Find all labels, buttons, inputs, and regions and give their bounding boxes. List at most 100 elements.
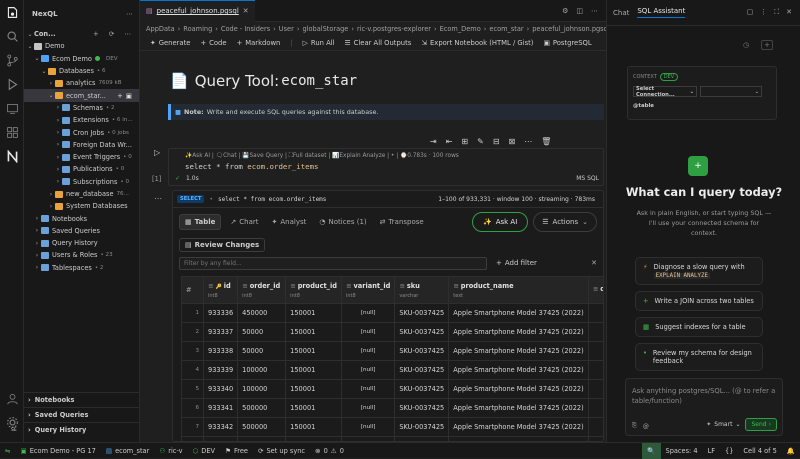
tree-item[interactable]: ⌄ ecom_star... +▣ bbox=[24, 89, 139, 102]
mode-select[interactable]: ✦ Smart ⌄ bbox=[706, 421, 740, 428]
chevron-icon[interactable]: › bbox=[54, 141, 62, 148]
logo-icon[interactable] bbox=[0, 0, 24, 24]
collapse-icon[interactable]: ⊠ bbox=[509, 137, 516, 146]
tree-item[interactable]: › Notebooks bbox=[24, 212, 139, 224]
cell-actions[interactable]: ✨Ask AI | 🗨Chat | 💾Save Query | ⛶Full da… bbox=[169, 149, 603, 160]
search-icon[interactable] bbox=[0, 24, 24, 48]
more-icon[interactable]: ⋯ bbox=[126, 10, 133, 18]
table-cell[interactable]: 3 bbox=[181, 341, 204, 361]
chevron-icon[interactable]: › bbox=[33, 240, 41, 247]
table-cell[interactable]: 150001 bbox=[285, 303, 342, 323]
table-cell[interactable]: 150001 bbox=[285, 417, 342, 437]
suggestion-card[interactable]: ⚡ Diagnose a slow query with EXPLAIN ANAL… bbox=[635, 257, 763, 285]
send-button[interactable]: Send › bbox=[745, 418, 777, 431]
chevron-icon[interactable]: › bbox=[54, 117, 62, 124]
breadcrumb-item[interactable]: Roaming bbox=[183, 25, 212, 33]
chevron-icon[interactable]: › bbox=[54, 166, 62, 173]
suggestion-card[interactable]: ▦ Suggest indexes for a table bbox=[635, 317, 763, 337]
vertical-more-icon[interactable]: ⋮ bbox=[760, 8, 767, 17]
column-header[interactable]: ≡ product_name text bbox=[448, 276, 589, 304]
table-cell[interactable]: 450000 bbox=[237, 303, 287, 323]
chevron-icon[interactable]: › bbox=[47, 191, 55, 198]
table-cell[interactable]: SKU-0037425 bbox=[394, 417, 450, 437]
table-cell[interactable] bbox=[587, 360, 603, 380]
table-cell[interactable] bbox=[587, 417, 603, 437]
table-cell[interactable]: 150001 bbox=[285, 379, 342, 399]
table-cell[interactable]: 933342 bbox=[202, 417, 239, 437]
account-icon[interactable] bbox=[0, 386, 24, 410]
breadcrumb-item[interactable]: ecom_star bbox=[489, 25, 523, 33]
table-cell[interactable]: 933337 bbox=[202, 322, 239, 342]
column-header[interactable]: ≡ sku varchar bbox=[394, 276, 450, 304]
chevron-icon[interactable]: › bbox=[47, 203, 55, 210]
actions-dropdown[interactable]: ☰ Actions ⌄ bbox=[533, 212, 597, 232]
tab-transpose[interactable]: ⇄ Transpose bbox=[376, 215, 428, 229]
table-cell[interactable]: 100000 bbox=[237, 379, 287, 399]
table-cell[interactable]: Apple Smartphone Model 37425 (2022) bbox=[448, 303, 589, 323]
column-header[interactable]: ≡ variant_id int8 bbox=[340, 276, 396, 304]
tree-item[interactable]: › Publications • 0 bbox=[24, 163, 139, 175]
section-saved-queries[interactable]: › Saved Queries bbox=[24, 407, 139, 422]
tree-item[interactable]: › Cron Jobs • 0 jobs bbox=[24, 126, 139, 138]
chevron-icon[interactable]: › bbox=[54, 154, 62, 161]
status-database[interactable]: ▤ ecom_star bbox=[101, 443, 154, 459]
table-cell[interactable]: 500000 bbox=[237, 417, 287, 437]
status-zoom-icon[interactable]: 🔍 bbox=[642, 442, 661, 459]
column-header[interactable]: # bbox=[181, 276, 204, 304]
status-spaces[interactable]: Spaces: 4 bbox=[661, 443, 703, 459]
table-cell[interactable]: 1 bbox=[181, 303, 204, 323]
tree-item[interactable]: › Event Triggers • 0 bbox=[24, 151, 139, 163]
close-icon[interactable]: ✕ bbox=[243, 7, 249, 15]
tab-notices[interactable]: ◔ Notices (1) bbox=[315, 215, 370, 229]
clear-outputs-button[interactable]: ☰ Clear All Outputs bbox=[345, 39, 412, 47]
tab-analyst[interactable]: ✦ Analyst bbox=[268, 215, 311, 229]
chevron-icon[interactable]: › bbox=[33, 227, 41, 234]
table-cell[interactable]: 933341 bbox=[202, 398, 239, 418]
breadcrumb-item[interactable]: AppData bbox=[146, 25, 175, 33]
remote-icon[interactable]: ⇋ bbox=[0, 443, 16, 459]
column-header[interactable]: ≡qu... bbox=[587, 276, 603, 304]
table-cell[interactable]: 4 bbox=[181, 360, 204, 380]
run-all-button[interactable]: ▷ Run All bbox=[303, 39, 335, 47]
breadcrumb-item[interactable]: Ecom_Demo bbox=[440, 25, 481, 33]
status-errors[interactable]: ⊗ 0 ⚠ 0 bbox=[310, 443, 349, 459]
cell-more-icon[interactable]: ⋯ bbox=[524, 137, 532, 146]
extensions-icon[interactable] bbox=[0, 120, 24, 144]
column-menu-icon[interactable]: ≡ bbox=[208, 282, 214, 290]
table-cell[interactable] bbox=[587, 322, 603, 342]
tree-item[interactable]: › Subscriptions • 0 bbox=[24, 176, 139, 188]
source-control-icon[interactable] bbox=[0, 48, 24, 72]
chevron-icon[interactable]: › bbox=[54, 104, 62, 111]
tree-item[interactable]: › System Databases bbox=[24, 200, 139, 212]
tree-item[interactable]: › Tablespaces • 2 bbox=[24, 262, 139, 274]
table-row[interactable]: 1 933336 450000 150001 [null] SKU-0037425 Appl… bbox=[181, 303, 603, 323]
chevron-icon[interactable]: ⌄ bbox=[26, 43, 34, 50]
table-chip[interactable]: @table bbox=[628, 97, 776, 109]
tab-table[interactable]: ▦ Table bbox=[179, 214, 222, 230]
column-menu-icon[interactable]: ≡ bbox=[242, 282, 248, 290]
table-cell[interactable]: [null] bbox=[340, 303, 396, 323]
status-language[interactable]: {} bbox=[720, 443, 738, 459]
split-cell-icon[interactable]: ⊟ bbox=[493, 137, 500, 146]
node-actions[interactable]: +▣ bbox=[117, 92, 139, 100]
chevron-icon[interactable]: ⌄ bbox=[47, 92, 55, 99]
table-cell[interactable] bbox=[587, 341, 603, 361]
editor-tab[interactable]: ▤ peaceful_johnson.pgsql ✕ bbox=[140, 0, 255, 22]
table-cell[interactable]: [null] bbox=[340, 360, 396, 380]
tree-item[interactable]: › Extensions • 6 in... bbox=[24, 114, 139, 126]
chevron-icon[interactable]: › bbox=[33, 215, 41, 222]
tab-chart[interactable]: ↗ Chart bbox=[226, 215, 262, 229]
tab-chat[interactable]: Chat bbox=[613, 9, 629, 17]
table-cell[interactable]: 50000 bbox=[237, 322, 287, 342]
table-cell[interactable]: 150001 bbox=[285, 322, 342, 342]
connection-select[interactable]: Select Connection... ⌄ bbox=[633, 86, 697, 98]
breadcrumb-item[interactable]: ric-v.postgres-explorer bbox=[357, 25, 431, 33]
column-menu-icon[interactable]: ≡ bbox=[399, 282, 405, 290]
chevron-icon[interactable]: ⌄ bbox=[40, 68, 48, 75]
table-cell[interactable]: 933338 bbox=[202, 341, 239, 361]
output-more-icon[interactable]: ⋯ bbox=[154, 194, 162, 203]
delete-icon[interactable]: 🗑 bbox=[541, 137, 551, 146]
tree-item[interactable]: › Query History bbox=[24, 237, 139, 249]
tree-item[interactable]: › new_database 76... bbox=[24, 188, 139, 200]
add-icon[interactable]: + bbox=[761, 40, 773, 50]
